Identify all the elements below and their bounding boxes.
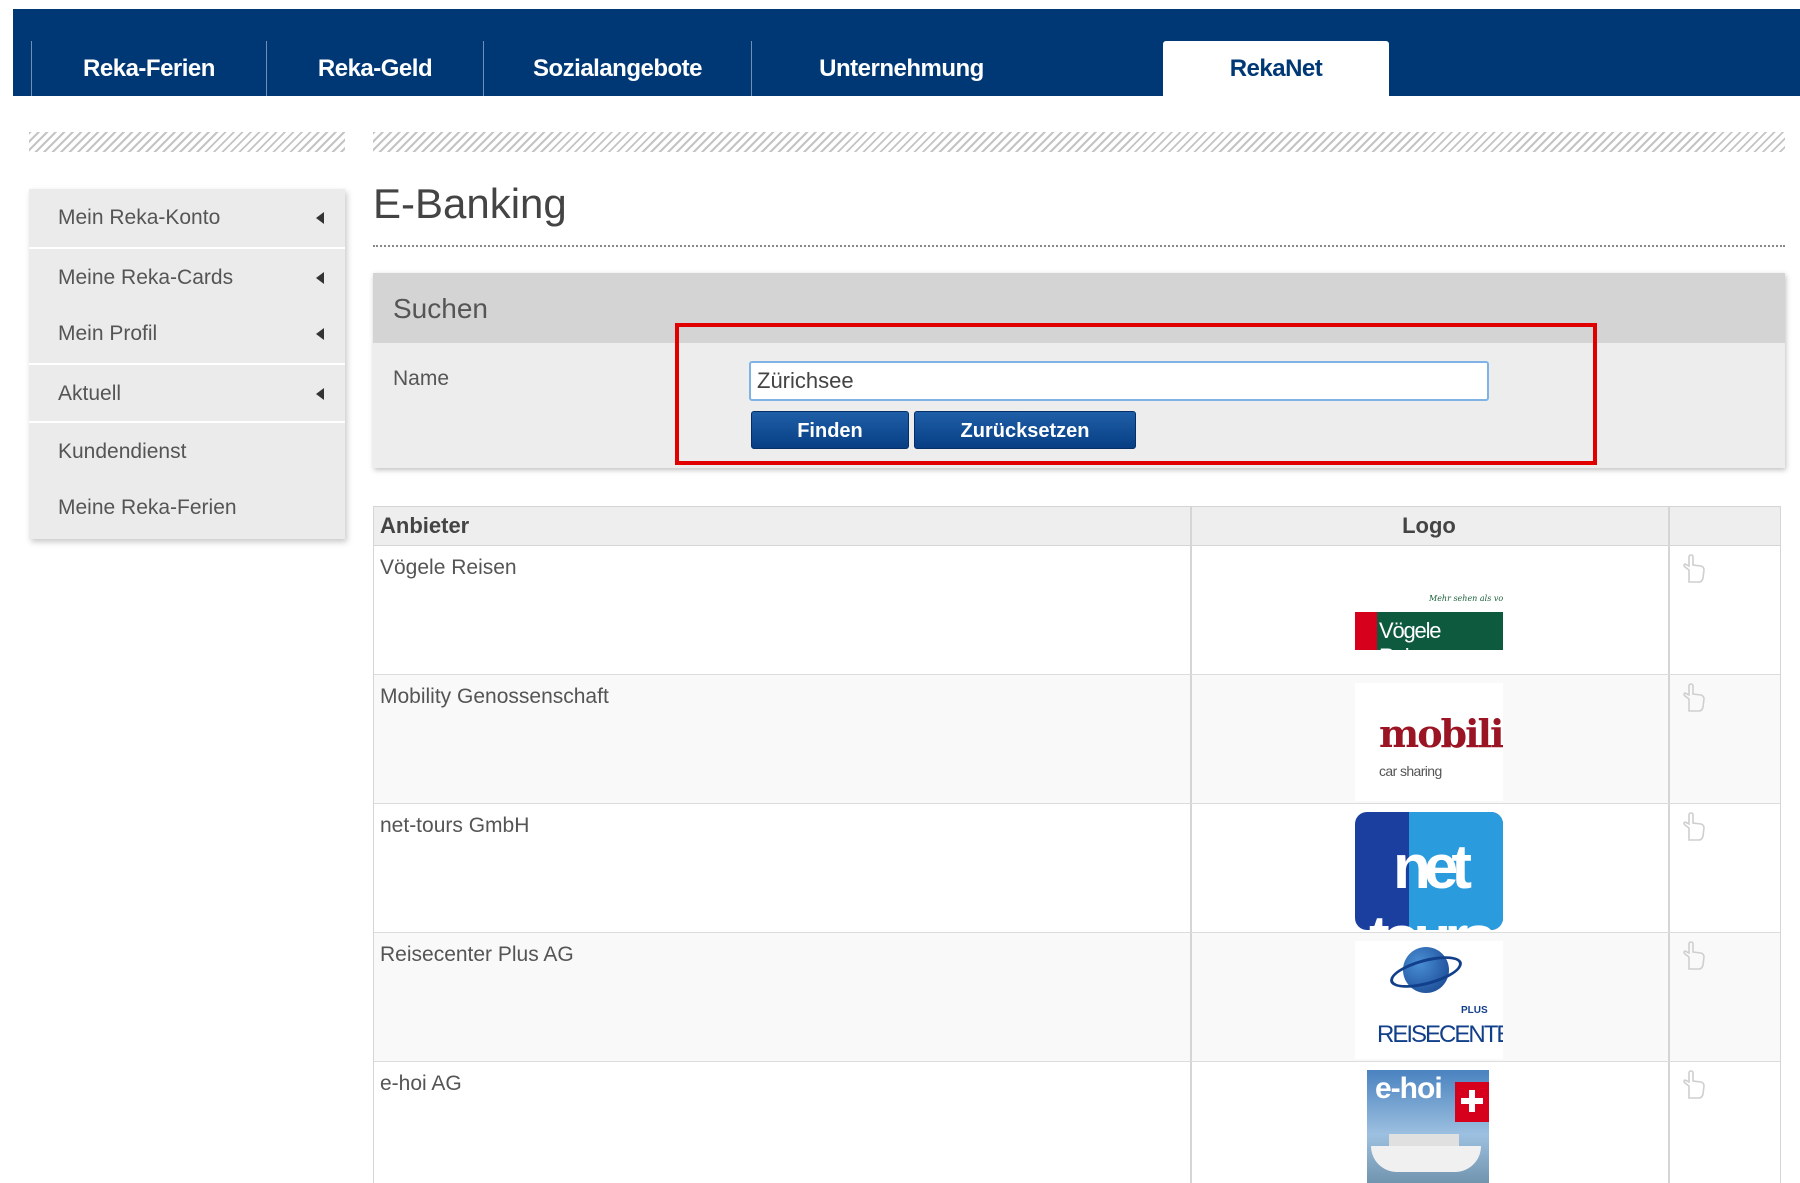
column-divider	[1668, 675, 1670, 803]
column-divider	[1668, 507, 1670, 545]
provider-name: Vögele Reisen	[380, 556, 517, 579]
sidebar-item-aktuell[interactable]: Aktuell	[29, 363, 345, 421]
caret-left-icon	[316, 212, 324, 224]
e-hoi-logo-text: e-hoi	[1375, 1072, 1443, 1105]
name-label: Name	[393, 367, 450, 390]
sidebar-item-kundendienst[interactable]: Kundendienst	[29, 421, 345, 479]
sidebar-item-mein-profil[interactable]: Mein Profil	[29, 305, 345, 363]
find-button[interactable]: Finden	[751, 411, 909, 449]
vogele-reisen-logo: Mehr sehen als vorgestellt! Vögele Reise…	[1355, 554, 1503, 672]
title-divider	[373, 245, 1785, 247]
swiss-cross-icon	[1355, 612, 1377, 650]
column-header-logo: Logo	[1402, 513, 1456, 538]
sidebar-item-label: Meine Reka-Cards	[58, 266, 234, 289]
column-divider	[1668, 1062, 1670, 1183]
sidebar-hatch-divider	[29, 132, 345, 152]
content-hatch-divider	[373, 132, 1785, 152]
page-title: E-Banking	[373, 180, 567, 227]
sidebar-item-meine-reka-cards[interactable]: Meine Reka-Cards	[29, 247, 345, 305]
mobility-logo-subtext: car sharing	[1379, 763, 1442, 779]
sidebar-item-mein-reka-konto[interactable]: Mein Reka-Konto	[29, 189, 345, 247]
sidebar-menu: Mein Reka-Konto Meine Reka-Cards Mein Pr…	[29, 189, 345, 539]
provider-name: e-hoi AG	[380, 1072, 462, 1095]
sidebar-item-label: Aktuell	[58, 382, 122, 405]
mobility-logo: mobility car sharing	[1355, 683, 1503, 801]
sidebar-item-label: Kundendienst	[58, 440, 187, 463]
table-row[interactable]: Mobility Genossenschaft mobility car sha…	[374, 675, 1780, 804]
provider-name: Reisecenter Plus AG	[380, 943, 574, 966]
nav-reka-geld[interactable]: Reka-Geld	[266, 41, 483, 96]
reset-button[interactable]: Zurücksetzen	[914, 411, 1136, 449]
column-header-provider: Anbieter	[380, 513, 470, 538]
table-row[interactable]: Vögele Reisen Mehr sehen als vorgestellt…	[374, 546, 1780, 675]
pointing-hand-icon[interactable]	[1679, 1070, 1707, 1100]
nav-reka-ferien[interactable]: Reka-Ferien	[31, 41, 266, 96]
search-panel-header	[373, 273, 1785, 343]
swiss-flag-icon	[1455, 1082, 1489, 1122]
column-divider	[1668, 546, 1670, 674]
reisecenter-plus-text: PLUS	[1461, 1005, 1488, 1016]
vogele-logo-text: Vögele Reisen	[1379, 618, 1442, 669]
table-row[interactable]: net-tours GmbH net tours	[374, 804, 1780, 933]
column-divider	[1190, 933, 1192, 1061]
search-panel: Suchen Name Finden Zurücksetzen	[373, 273, 1785, 468]
caret-left-icon	[316, 328, 324, 340]
net-tours-logo-text: net tours	[1369, 833, 1496, 930]
column-divider	[1668, 804, 1670, 932]
column-divider	[1190, 675, 1192, 803]
top-navigation: Reka-Ferien Reka-Geld Sozialangebote Unt…	[13, 9, 1800, 96]
e-hoi-logo: e-hoi	[1355, 1070, 1503, 1183]
pointing-hand-icon[interactable]	[1679, 812, 1707, 842]
reisecenter-logo-text: REISECENTER	[1377, 1021, 1503, 1048]
column-divider	[1190, 1062, 1192, 1183]
nav-unternehmung[interactable]: Unternehmung	[751, 41, 1051, 96]
net-tours-logo: net tours	[1355, 812, 1503, 930]
nav-rekanet[interactable]: RekaNet	[1163, 41, 1389, 96]
pointing-hand-icon[interactable]	[1679, 683, 1707, 713]
table-header: Anbieter Logo	[374, 506, 1780, 546]
sidebar-item-label: Meine Reka-Ferien	[58, 496, 237, 519]
sidebar-item-meine-reka-ferien[interactable]: Meine Reka-Ferien	[29, 479, 345, 537]
column-divider	[1190, 546, 1192, 674]
table-row[interactable]: Reisecenter Plus AG PLUS REISECENTER	[374, 933, 1780, 1062]
pointing-hand-icon[interactable]	[1679, 554, 1707, 584]
column-divider	[1190, 804, 1192, 932]
reisecenter-logo: PLUS REISECENTER	[1355, 941, 1503, 1059]
nav-sozialangebote[interactable]: Sozialangebote	[483, 41, 751, 96]
pointing-hand-icon[interactable]	[1679, 941, 1707, 971]
results-table: Anbieter Logo Vögele Reisen Mehr sehen a…	[373, 506, 1781, 1183]
sidebar-item-label: Mein Profil	[58, 322, 158, 345]
mobility-logo-text: mobility	[1379, 711, 1503, 756]
vogele-tagline: Mehr sehen als vorgestellt!	[1429, 594, 1503, 603]
provider-name: Mobility Genossenschaft	[380, 685, 609, 708]
search-panel-title: Suchen	[393, 293, 488, 324]
sidebar-item-label: Mein Reka-Konto	[58, 206, 221, 229]
table-row[interactable]: e-hoi AG e-hoi	[374, 1062, 1780, 1183]
caret-left-icon	[316, 388, 324, 400]
caret-left-icon	[316, 272, 324, 284]
provider-name: net-tours GmbH	[380, 814, 530, 837]
cruise-ship-icon	[1371, 1146, 1481, 1172]
column-divider	[1668, 933, 1670, 1061]
name-search-input[interactable]	[749, 361, 1489, 401]
